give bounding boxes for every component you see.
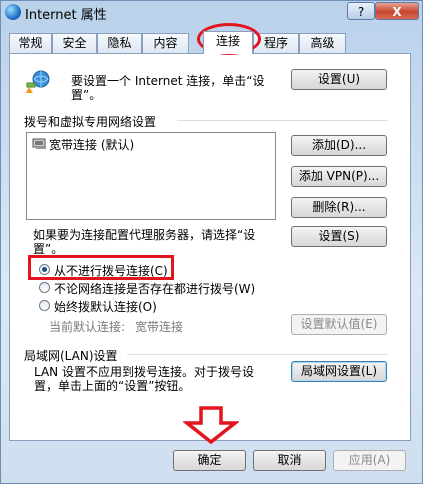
title-bar[interactable]: Internet 属性 ? X <box>1 1 422 23</box>
tab-privacy[interactable]: 隐私 <box>97 33 142 53</box>
annotation-down-arrow-icon <box>183 406 239 445</box>
internet-globe-icon <box>5 4 21 20</box>
always-dial-default-label[interactable]: 始终拨默认连接(O) <box>54 298 157 315</box>
delete-button[interactable]: 删除(R)... <box>291 197 387 218</box>
setup-description-cont: 置”。 <box>71 88 102 102</box>
current-default-value: 宽带连接 <box>135 320 184 334</box>
help-button[interactable]: ? <box>347 2 375 20</box>
window-title: Internet 属性 <box>25 8 107 23</box>
globe-network-icon <box>26 70 50 93</box>
tab-advanced[interactable]: 高级 <box>299 33 346 53</box>
lan-settings-button[interactable]: 局域网设置(L) <box>291 361 387 382</box>
tab-connections[interactable]: 连接 <box>203 31 253 54</box>
connection-list[interactable]: 宽带连接 (默认) <box>26 132 276 220</box>
set-default-button[interactable]: 设置默认值(E) <box>291 314 387 335</box>
dialup-separator <box>177 120 388 121</box>
broadband-connection-icon <box>32 138 46 149</box>
proxy-settings-button[interactable]: 设置(S) <box>291 226 387 247</box>
tab-content[interactable]: 内容 <box>142 33 189 53</box>
lan-separator <box>127 354 388 355</box>
list-item[interactable]: 宽带连接 (默认) <box>49 136 134 153</box>
dial-whenever-label[interactable]: 不论网络连接是否存在都进行拨号(W) <box>54 280 255 297</box>
ok-button[interactable]: 确定 <box>173 450 246 471</box>
lan-section-header: 局域网(LAN)设置 <box>24 349 118 363</box>
add-vpn-button[interactable]: 添加 VPN(P)... <box>291 166 387 187</box>
radio-dial-whenever[interactable] <box>39 282 50 293</box>
current-default-label: 当前默认连接: <box>49 320 126 334</box>
cancel-button[interactable]: 取消 <box>253 450 326 471</box>
setup-button[interactable]: 设置(U) <box>291 69 387 90</box>
dialup-section-header: 拨号和虚拟专用网络设置 <box>24 115 157 129</box>
annotation-box-never-dial <box>28 255 174 280</box>
radio-always-dial-default[interactable] <box>39 300 50 311</box>
tab-general[interactable]: 常规 <box>9 33 52 53</box>
lan-description-cont: 置，单击上面的“设置”按钮。 <box>34 379 191 393</box>
tab-strip: 常规 安全 隐私 内容 连接 程序 高级 <box>9 31 419 54</box>
add-button[interactable]: 添加(D)... <box>291 135 387 156</box>
close-button[interactable]: X <box>375 2 419 20</box>
tab-security[interactable]: 安全 <box>52 33 97 53</box>
apply-button[interactable]: 应用(A) <box>333 450 406 471</box>
proxy-description: 如果要为连接配置代理服务器，请选择“设 <box>33 228 256 242</box>
internet-properties-window: Internet 属性 ? X 常规 安全 隐私 内容 连接 程序 高级 要设置… <box>0 0 423 484</box>
